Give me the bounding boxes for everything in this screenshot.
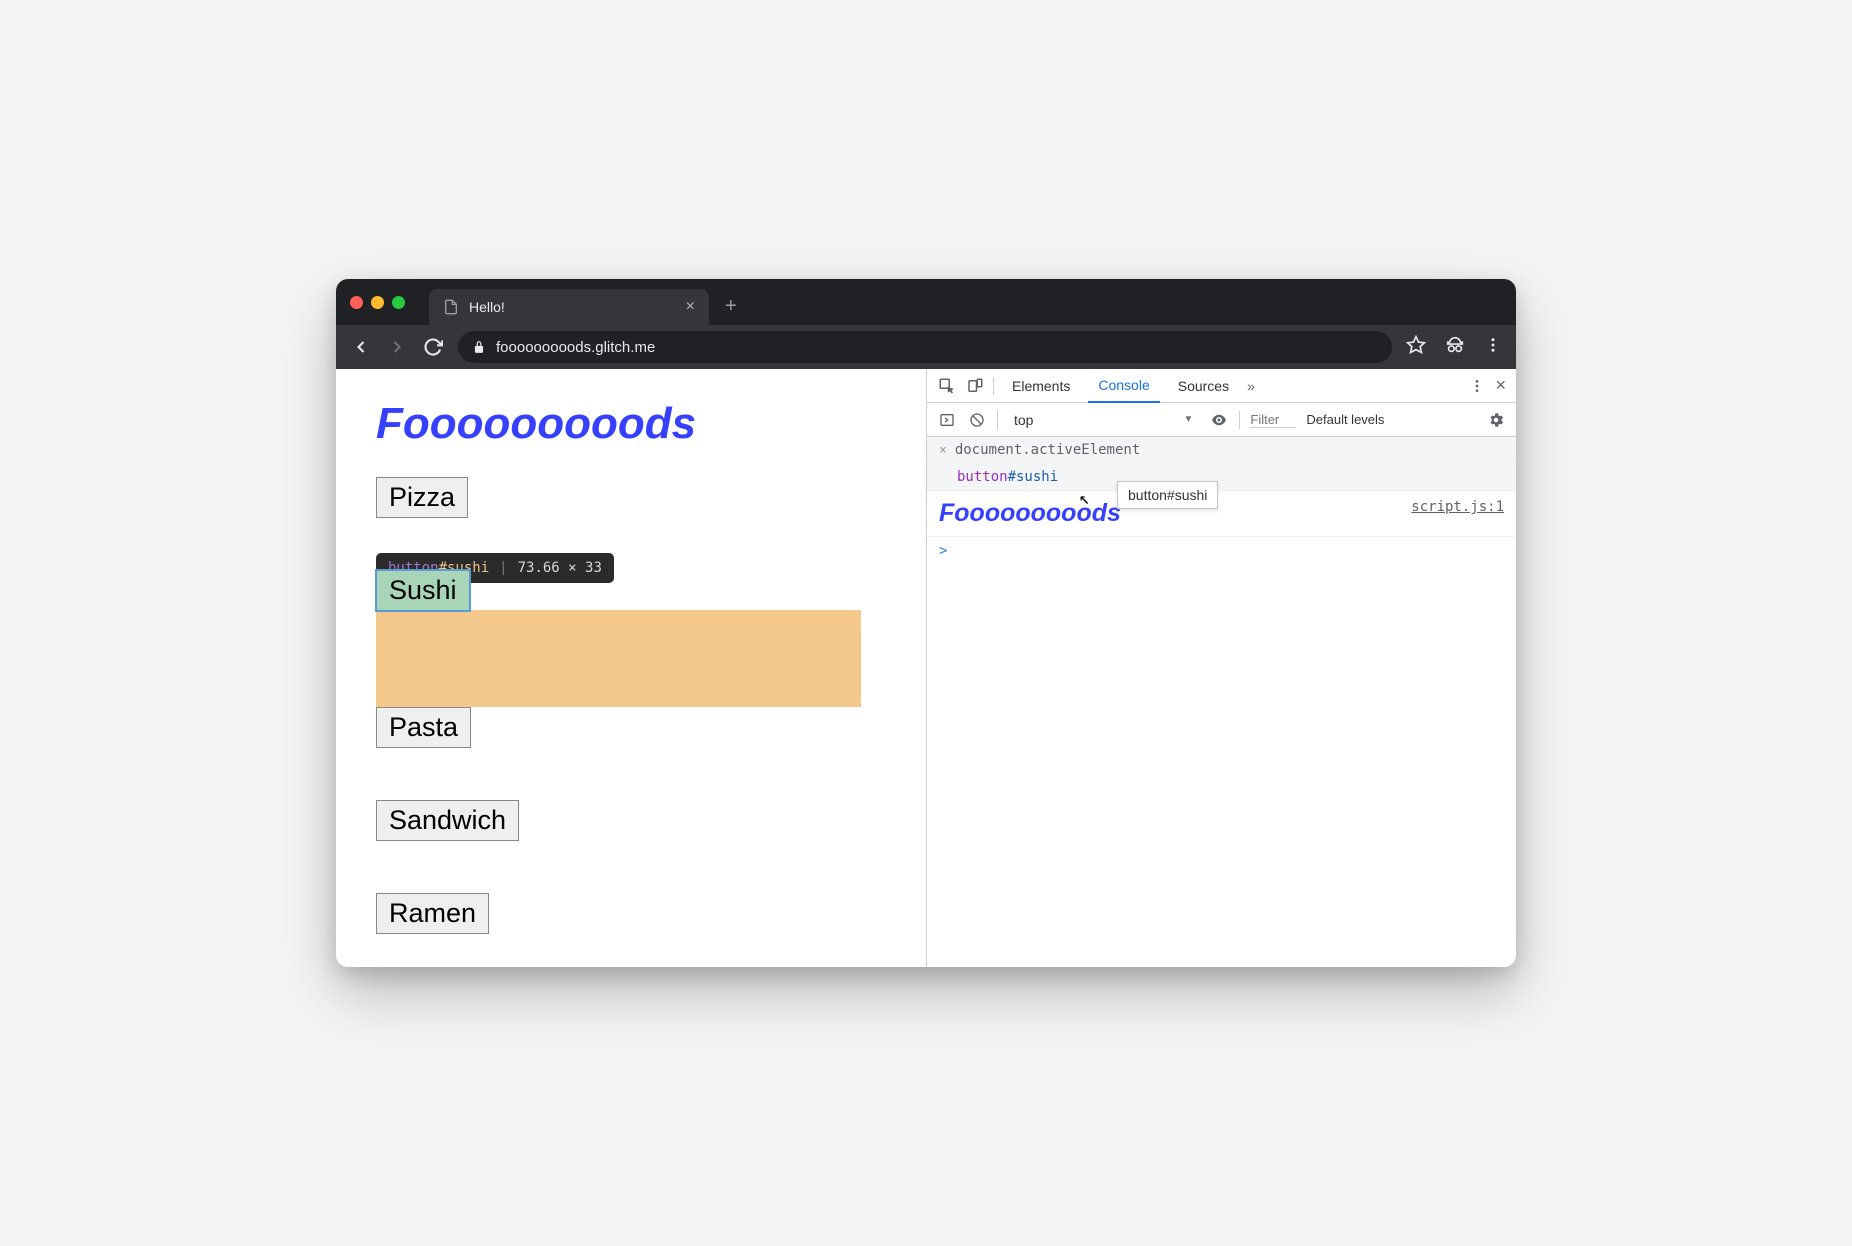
pasta-button[interactable]: Pasta: [376, 707, 471, 748]
console-filter-input[interactable]: [1250, 412, 1296, 428]
url-text: fooooooooods.glitch.me: [496, 339, 655, 356]
console-toolbar: top ▼ Default levels: [927, 403, 1516, 437]
browser-menu-icon[interactable]: [1484, 336, 1502, 359]
file-icon: [443, 299, 459, 315]
sushi-button[interactable]: Sushi: [376, 570, 470, 611]
result-tag: button: [957, 469, 1008, 485]
browser-tab[interactable]: Hello! ×: [429, 289, 709, 325]
content-area: Fooooooooods Pizza button#sushi | 73.66 …: [336, 369, 1516, 967]
incognito-icon[interactable]: [1444, 334, 1466, 361]
tab-console[interactable]: Console: [1088, 369, 1159, 403]
devtools-menu-icon[interactable]: [1467, 376, 1487, 396]
console-prompt[interactable]: >: [927, 537, 1516, 565]
page-viewport: Fooooooooods Pizza button#sushi | 73.66 …: [336, 369, 926, 967]
tooltip-dimensions: 73.66 × 33: [518, 560, 602, 576]
devtools-close-icon[interactable]: ×: [1495, 375, 1506, 396]
live-expression-icon[interactable]: [1209, 410, 1229, 430]
prompt-chevron-icon: >: [939, 543, 947, 559]
console-output: × document.activeElement button#sushi ↖ …: [927, 437, 1516, 967]
pizza-button[interactable]: Pizza: [376, 477, 468, 518]
tab-title: Hello!: [469, 299, 505, 315]
sandwich-button[interactable]: Sandwich: [376, 800, 519, 841]
new-tab-button[interactable]: +: [725, 295, 737, 318]
close-window-button[interactable]: [350, 296, 363, 309]
browser-window: Hello! × + fooooooooods.glitch.me: [336, 279, 1516, 967]
log-levels-selector[interactable]: Default levels: [1306, 412, 1384, 427]
maximize-window-button[interactable]: [392, 296, 405, 309]
inspect-highlight-margin: [376, 610, 861, 707]
console-sidebar-toggle-icon[interactable]: [937, 410, 957, 430]
tab-elements[interactable]: Elements: [1002, 370, 1080, 402]
more-tabs-icon[interactable]: »: [1247, 378, 1255, 394]
inspect-element-icon[interactable]: [937, 376, 957, 396]
console-settings-icon[interactable]: [1486, 410, 1506, 430]
page-heading: Fooooooooods: [376, 399, 886, 449]
hover-tooltip: button#sushi: [1117, 481, 1218, 509]
close-tab-icon[interactable]: ×: [686, 298, 695, 316]
ramen-button[interactable]: Ramen: [376, 893, 489, 934]
chevron-down-icon: ▼: [1183, 414, 1193, 425]
console-log-row[interactable]: Fooooooooods script.js:1: [927, 491, 1516, 537]
titlebar: Hello! × +: [336, 279, 1516, 325]
bookmark-star-icon[interactable]: [1406, 335, 1426, 360]
browser-toolbar: fooooooooods.glitch.me: [336, 325, 1516, 369]
log-message: Fooooooooods: [939, 499, 1121, 528]
result-id: #sushi: [1008, 469, 1059, 485]
minimize-window-button[interactable]: [371, 296, 384, 309]
lock-icon: [472, 340, 486, 354]
execution-context-selector[interactable]: top ▼: [1008, 412, 1199, 428]
context-label: top: [1014, 412, 1033, 428]
window-controls: [350, 296, 405, 309]
address-bar[interactable]: fooooooooods.glitch.me: [458, 331, 1392, 363]
devtools-panel: Elements Console Sources » ×: [926, 369, 1516, 967]
reload-button[interactable]: [422, 336, 444, 358]
log-source-link[interactable]: script.js:1: [1411, 499, 1504, 528]
eval-result-row[interactable]: button#sushi ↖: [927, 464, 1516, 491]
devtools-tabbar: Elements Console Sources » ×: [927, 369, 1516, 403]
device-toolbar-icon[interactable]: [965, 376, 985, 396]
cursor-icon: ↖: [1079, 488, 1090, 509]
remove-expression-icon[interactable]: ×: [939, 443, 947, 458]
live-expression-row[interactable]: × document.activeElement: [927, 437, 1516, 464]
tab-sources[interactable]: Sources: [1168, 370, 1239, 402]
clear-console-icon[interactable]: [967, 410, 987, 430]
eval-expression-text: document.activeElement: [955, 442, 1140, 458]
back-button[interactable]: [350, 336, 372, 358]
forward-button[interactable]: [386, 336, 408, 358]
